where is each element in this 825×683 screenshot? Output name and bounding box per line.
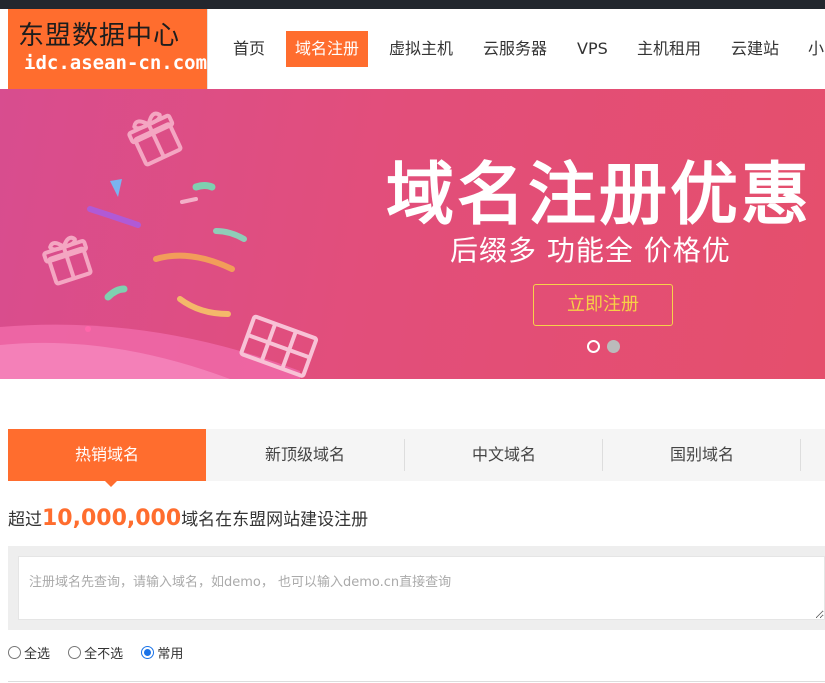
option-select-none[interactable]: 全不选 xyxy=(68,643,123,662)
domain-count-statement: 超过10,000,000域名在东盟网站建设注册 xyxy=(8,505,368,531)
option-select-all[interactable]: 全选 xyxy=(8,643,50,662)
hero-banner[interactable]: 域名注册优惠 后缀多 功能全 价格优 立即注册 xyxy=(0,89,825,379)
nav-item-cloud-server[interactable]: 云服务器 xyxy=(474,31,556,67)
main-nav: 首页 域名注册 虚拟主机 云服务器 VPS 主机租用 云建站 小 xyxy=(208,9,825,89)
stat-number: 10,000,000 xyxy=(42,506,182,531)
nav-item-vps[interactable]: VPS xyxy=(568,31,617,67)
option-label: 全不选 xyxy=(84,647,124,662)
carousel-dot-1[interactable] xyxy=(587,340,600,353)
carousel-dot-2[interactable] xyxy=(607,340,620,353)
option-label: 常用 xyxy=(157,647,184,662)
tab-country-domains[interactable]: 国别域名 xyxy=(603,429,801,481)
nav-item-domain[interactable]: 域名注册 xyxy=(286,31,369,67)
logo-url: idc.asean-cn.com xyxy=(24,52,208,74)
stat-suffix: 域名在东盟网站建设注册 xyxy=(181,510,369,530)
nav-item-site-builder[interactable]: 云建站 xyxy=(722,31,788,67)
stat-prefix: 超过 xyxy=(8,510,42,530)
site-header: 东盟数据中心 idc.asean-cn.com 首页 域名注册 虚拟主机 云服务… xyxy=(0,9,825,89)
nav-item-more[interactable]: 小 xyxy=(799,31,825,67)
banner-title: 域名注册优惠 xyxy=(386,156,813,235)
option-common[interactable]: 常用 xyxy=(141,643,183,662)
tab-divider xyxy=(800,439,801,471)
option-label: 全选 xyxy=(24,647,51,662)
selection-options: 全选 全不选 常用 xyxy=(8,643,197,663)
gift-icon xyxy=(127,111,183,167)
gift-icon xyxy=(239,314,319,378)
gift-icon xyxy=(42,235,93,286)
radio-select-all[interactable] xyxy=(8,646,21,659)
top-strip xyxy=(0,0,825,9)
register-now-button[interactable]: 立即注册 xyxy=(533,284,673,326)
nav-item-virtual-host[interactable]: 虚拟主机 xyxy=(380,31,462,67)
domain-search-input[interactable] xyxy=(18,556,825,620)
divider xyxy=(8,681,825,682)
tab-chinese-domains[interactable]: 中文域名 xyxy=(405,429,603,481)
active-tab-arrow xyxy=(105,481,117,487)
logo-title: 东盟数据中心 xyxy=(18,21,181,51)
tab-new-tld[interactable]: 新顶级域名 xyxy=(206,429,404,481)
nav-item-host-rental[interactable]: 主机租用 xyxy=(628,31,710,67)
radio-select-none[interactable] xyxy=(68,646,82,659)
nav-item-home[interactable]: 首页 xyxy=(224,31,274,67)
logo[interactable]: 东盟数据中心 idc.asean-cn.com xyxy=(8,9,208,89)
domain-search-area xyxy=(8,546,825,630)
radio-common[interactable] xyxy=(141,646,155,659)
domain-tabs: 热销域名 新顶级域名 中文域名 国别域名 xyxy=(8,429,825,481)
tab-hot-domains[interactable]: 热销域名 xyxy=(8,429,206,481)
banner-subtitle: 后缀多 功能全 价格优 xyxy=(450,234,731,267)
